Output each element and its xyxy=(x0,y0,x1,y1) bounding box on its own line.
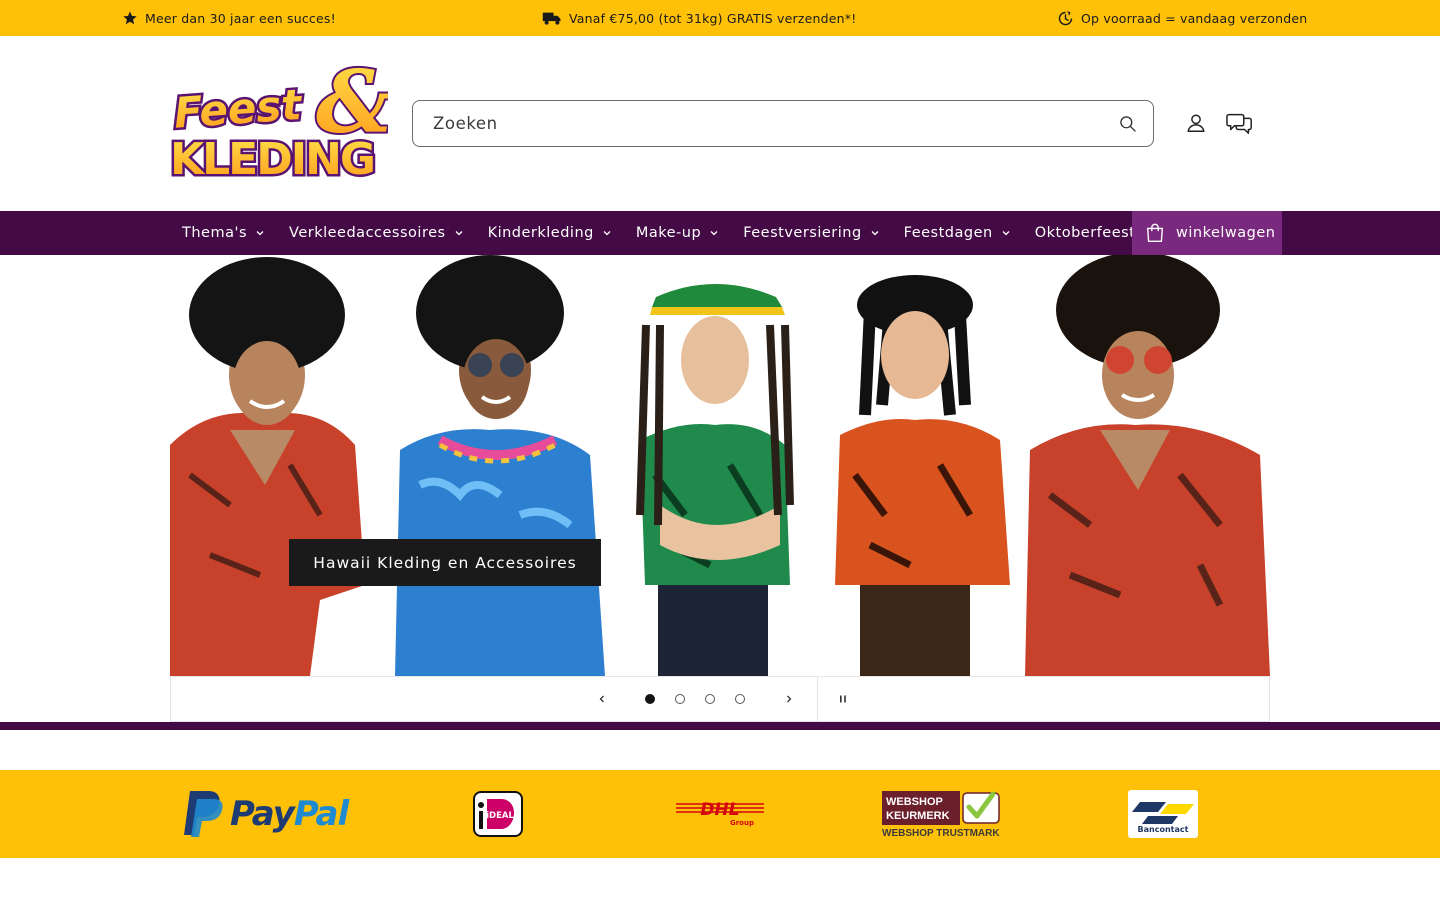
announcement-bar: Meer dan 30 jaar een succes! Vanaf €75,0… xyxy=(0,0,1440,36)
site-logo[interactable]: & Feest KLEDING xyxy=(168,50,396,188)
chevron-down-icon xyxy=(256,231,264,236)
chat-icon xyxy=(1226,113,1252,135)
nav-item-label: Oktoberfeest xyxy=(1034,225,1136,241)
section-divider xyxy=(0,722,1440,730)
announcement-text: Meer dan 30 jaar een succes! xyxy=(145,10,336,26)
chevron-down-icon xyxy=(455,231,463,236)
dhl-logo: DHL Group xyxy=(676,798,764,828)
site-header: & Feest KLEDING Zoeken xyxy=(0,36,1440,211)
ideal-logo: iDEAL xyxy=(472,791,524,837)
slide-prev-button[interactable] xyxy=(592,689,612,709)
slide-dot[interactable] xyxy=(735,694,745,704)
webshop-keurmerk-logo: WEBSHOP KEURMERK WEBSHOP TRUSTMARK xyxy=(881,788,1003,840)
dhl-sub-text: Group xyxy=(730,819,754,827)
keurmerk-line3: WEBSHOP TRUSTMARK xyxy=(882,828,1000,839)
slide-dot[interactable] xyxy=(645,694,655,704)
nav-item-feestversiering[interactable]: Feestversiering xyxy=(731,211,891,255)
divider xyxy=(817,677,818,721)
main-navigation: Thema's Verkleedaccessoires Kinderkledin… xyxy=(0,211,1440,255)
nav-item-label: Make-up xyxy=(635,225,702,241)
clock-icon xyxy=(1058,10,1073,25)
chevron-down-icon xyxy=(603,231,611,236)
nav-item-label: Thema's xyxy=(182,225,248,241)
paypal-text-pal: Pal xyxy=(293,794,349,834)
nav-item-make-up[interactable]: Make-up xyxy=(624,211,731,255)
keurmerk-line1: WEBSHOP xyxy=(886,796,943,808)
nav-item-kinderkleding[interactable]: Kinderkleding xyxy=(476,211,624,255)
shopping-bag-icon xyxy=(1146,223,1164,242)
nav-item-label: Feestversiering xyxy=(743,225,862,241)
nav-item-themas[interactable]: Thema's xyxy=(170,211,277,255)
pause-icon xyxy=(840,695,846,703)
paypal-icon xyxy=(184,791,223,837)
slide-dot[interactable] xyxy=(705,694,715,704)
account-icon xyxy=(1187,114,1205,132)
hero-slideshow: Hawaii Kleding en Accessoires xyxy=(170,255,1270,676)
search-bar[interactable]: Zoeken xyxy=(412,100,1154,147)
paypal-logo: PayPal xyxy=(182,788,372,840)
announcement-item: Op voorraad = vandaag verzonden xyxy=(1057,0,1307,36)
slide-next-button[interactable] xyxy=(779,689,799,709)
slideshow-pause-button[interactable] xyxy=(833,689,853,709)
announcement-text: Op voorraad = vandaag verzonden xyxy=(1081,10,1308,26)
dhl-text: DHL xyxy=(700,800,739,820)
nav-item-verkleedaccessoires[interactable]: Verkleedaccessoires xyxy=(277,211,476,255)
nav-item-feestdagen[interactable]: Feestdagen xyxy=(892,211,1023,255)
chevron-down-icon xyxy=(710,231,718,236)
truck-icon xyxy=(542,12,561,25)
svg-text:KLEDING: KLEDING xyxy=(170,134,374,185)
nav-item-label: Feestdagen xyxy=(903,225,993,241)
announcement-text: Vanaf €75,00 (tot 31kg) GRATIS verzenden… xyxy=(569,10,857,26)
bancontact-logo: Bancontact xyxy=(1128,790,1198,838)
paypal-text-pay: Pay xyxy=(230,794,295,834)
chevron-left-icon xyxy=(599,695,604,703)
chat-button[interactable] xyxy=(1224,107,1256,139)
hero-caption-button[interactable]: Hawaii Kleding en Accessoires xyxy=(289,539,601,586)
cart-button[interactable]: winkelwagen xyxy=(1132,211,1282,255)
chevron-right-icon xyxy=(787,695,792,703)
chevron-down-icon xyxy=(1002,231,1010,236)
nav-item-label: Verkleedaccessoires xyxy=(289,225,446,241)
search-button[interactable] xyxy=(1115,111,1141,137)
hero-image xyxy=(170,255,1270,676)
search-icon xyxy=(1120,116,1136,132)
announcement-item: Meer dan 30 jaar een succes! xyxy=(122,0,336,36)
svg-text:Feest: Feest xyxy=(172,80,305,138)
nav-item-oktoberfeest[interactable]: Oktoberfeest xyxy=(1023,211,1148,255)
announcement-item: Vanaf €75,00 (tot 31kg) GRATIS verzenden… xyxy=(542,0,856,36)
slider-controls xyxy=(170,676,1270,722)
slide-dot[interactable] xyxy=(675,694,685,704)
chevron-down-icon xyxy=(871,231,879,236)
bancontact-text: Bancontact xyxy=(1138,825,1189,834)
keurmerk-line2: KEURMERK xyxy=(886,810,950,822)
search-input[interactable]: Zoeken xyxy=(433,114,1133,133)
trust-bar: PayPal iDEAL DHL Group WEBSHOP KEURMERK … xyxy=(0,770,1440,858)
cart-label: winkelwagen xyxy=(1176,225,1276,241)
ideal-text: iDEAL xyxy=(486,811,514,821)
nav-item-label: Kinderkleding xyxy=(487,225,594,241)
account-button[interactable] xyxy=(1180,107,1212,139)
star-icon xyxy=(123,11,137,25)
model-3 xyxy=(636,284,794,676)
